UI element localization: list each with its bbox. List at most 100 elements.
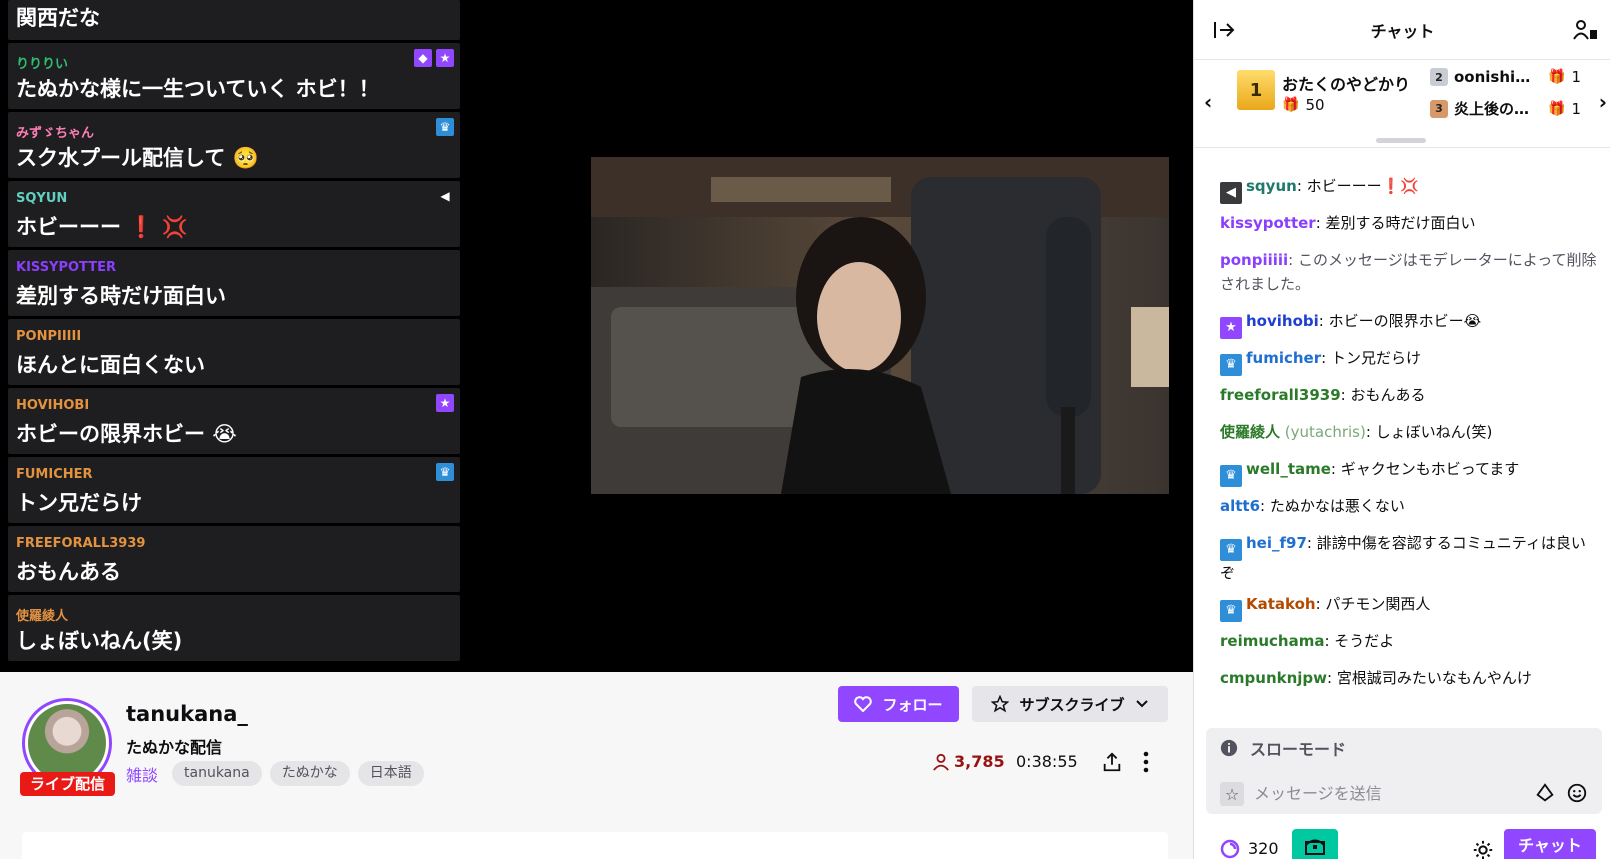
overlay-username: SQYUN [16,191,68,206]
video-player[interactable]: 関西だな りりりい ◆ ★ たぬかな様に一生ついていく ホビ！！ みずゞちゃん … [0,0,1193,672]
chat-header: チャット [1194,0,1610,60]
overlay-message: ホビーーー ❗ 💢 [16,215,188,239]
overlay-message: 差別する時だけ面白い [16,284,226,308]
chat-messages: ◀ sqyun: ホビーーー❗💢 kissypotter: 差別する時だけ面白い … [1194,152,1610,712]
tag-list: tanukana たぬかな 日本語 [172,761,424,786]
tag[interactable]: たぬかな [269,761,350,786]
treasure-chest-icon [1305,839,1325,855]
overlay-message: 関西だな [16,6,100,30]
chat-username[interactable]: hei_f97 [1246,534,1307,552]
chat-footer: 320 チャット [1194,825,1610,859]
avatar [28,704,106,782]
chat-message: ♛ hei_f97: 誹謗中傷を容認するコミュニティは良いぞ [1220,534,1586,582]
gift-rank-1-icon: 1 [1237,70,1275,110]
overlay-chat-item: 使羅綾人 しょぼいねん(笑) [8,595,460,661]
leaderboard-entry[interactable]: 2 oonishitaka 🎁1 [1430,68,1581,86]
chat-username[interactable]: Katakoh [1246,595,1316,613]
chat-message: ♛ fumicher: トン兄だらけ [1220,346,1598,376]
overlay-message: しょぼいねん(笑) [16,629,183,653]
leaderboard-entry[interactable]: 3 炎上後の焼け野原 🎁1 [1430,98,1581,119]
gift-leaderboard: ‹ 1 おたくのやどかり 🎁 50 2 oonishitaka 🎁1 3 炎上後… [1194,60,1610,148]
chat-username[interactable]: hovihobi [1246,312,1319,330]
chat-username[interactable]: 使羅綾人 [1220,423,1280,441]
overlay-username: HOVIHOBI [16,398,90,413]
overlay-chat-item: HOVIHOBI ★ ホビーの限界ホビー 😭 [8,388,460,454]
chevron-down-icon [1135,700,1148,708]
chat-title: チャット [1370,22,1435,41]
bonus-claim-button[interactable] [1292,829,1338,859]
star-badge-icon: ★ [1220,317,1242,339]
follow-label: フォロー [882,695,943,714]
gear-icon[interactable] [1472,839,1494,859]
star-icon[interactable]: ☆ [1220,782,1244,806]
tag[interactable]: tanukana [172,761,262,786]
chat-username[interactable]: fumicher [1246,349,1321,367]
chat-message: ponpiiiii: このメッセージはモデレーターによって削除されました。 [1220,251,1597,293]
chat-username[interactable]: kissypotter [1220,214,1316,232]
gift-icon: 🎁 [1548,100,1566,117]
overlay-chat-item: FUMICHER ♛ トン兄だらけ [8,457,460,523]
slow-mode-label: スローモード [1250,740,1347,759]
channel-points-count: 320 [1248,839,1279,858]
overlay-username: FUMICHER [16,467,93,482]
chat-username[interactable]: well_tame [1246,460,1331,478]
message-input[interactable] [1254,779,1524,807]
leaderboard-name[interactable]: おたくのやどかり [1282,71,1422,95]
chat-panel: チャット ‹ 1 おたくのやどかり 🎁 50 2 oonishitaka 🎁1 … [1193,0,1610,859]
channel-name[interactable]: tanukana_ [126,702,248,726]
send-chat-button[interactable]: チャット [1504,829,1596,859]
leaderboard-gift-count: 🎁 50 [1282,96,1325,114]
chat-message: 使羅綾人 (yutachris): しょぼいねん(笑) [1220,423,1493,441]
category-link[interactable]: 雑談 [126,762,158,786]
share-icon [1103,752,1121,772]
heart-icon [854,696,873,712]
overlay-username: PONPIIIII [16,329,82,344]
overlay-chat-item: FREEFORALL3939 おもんある [8,526,460,592]
star-badge-icon: ★ [436,394,454,412]
crown-badge-icon: ♛ [436,118,454,136]
crown-badge-icon: ♛ [1220,465,1242,487]
slow-mode-banner: スローモード [1206,728,1602,768]
uptime: 0:38:55 [1016,752,1078,771]
tag[interactable]: 日本語 [357,761,424,786]
chevron-left-icon[interactable]: ‹ [1204,90,1212,114]
chat-username[interactable]: sqyun [1246,177,1297,195]
more-options-button[interactable] [1134,748,1158,776]
chat-message: kissypotter: 差別する時だけ面白い [1220,214,1476,232]
chat-username[interactable]: reimuchama [1220,632,1324,650]
chat-message: ♛ Katakoh: パチモン関西人 [1220,592,1598,622]
chat-username-extra: (yutachris) [1280,423,1366,441]
gift-rank-3-icon: 3 [1430,99,1448,118]
drag-handle[interactable] [1376,138,1426,143]
viewer-count: 3,785 [932,752,1005,771]
channel-points-icon[interactable] [1220,839,1240,859]
overlay-chat-item: みずゞちゃん ♛ スク水プール配信して 🥺 [8,112,460,178]
subscribe-button[interactable]: サブスクライブ [972,686,1168,722]
crown-badge-icon: ♛ [1220,600,1242,622]
chat-message: ★ hovihobi: ホビーの限界ホビー😭 [1220,309,1598,339]
video-frame [591,157,1169,494]
bits-icon[interactable] [1534,782,1556,804]
star-icon [991,695,1010,713]
chat-username[interactable]: ponpiiiii [1220,251,1288,269]
leaderboard-name: oonishitaka [1454,68,1536,86]
chat-username[interactable]: freeforall3939 [1220,386,1341,404]
streamer-video-image [591,157,1169,494]
community-icon[interactable] [1573,17,1599,43]
chat-message: freeforall3939: おもんある [1220,386,1426,404]
overlay-chat-item: りりりい ◆ ★ たぬかな様に一生ついていく ホビ！！ [8,43,460,109]
leaderboard-name: 炎上後の焼け野原 [1454,100,1536,118]
follow-button[interactable]: フォロー [838,686,959,722]
share-button[interactable] [1098,748,1126,776]
diamond-badge-icon: ◆ [414,49,432,67]
emote-icon[interactable] [1566,782,1588,804]
chat-username[interactable]: altt6 [1220,497,1260,515]
overlay-chat-item: 関西だな [8,0,460,40]
chat-username[interactable]: cmpunknjpw [1220,669,1327,687]
chevron-right-icon[interactable]: › [1599,90,1607,114]
chat-message: cmpunknjpw: 宮根誠司みたいなもんやんけ [1220,669,1532,687]
chat-input-box: ☆ [1206,768,1602,814]
crown-badge-icon: ♛ [1220,539,1242,561]
overlay-username: りりりい [16,57,69,72]
overlay-message: スク水プール配信して 🥺 [16,146,259,170]
